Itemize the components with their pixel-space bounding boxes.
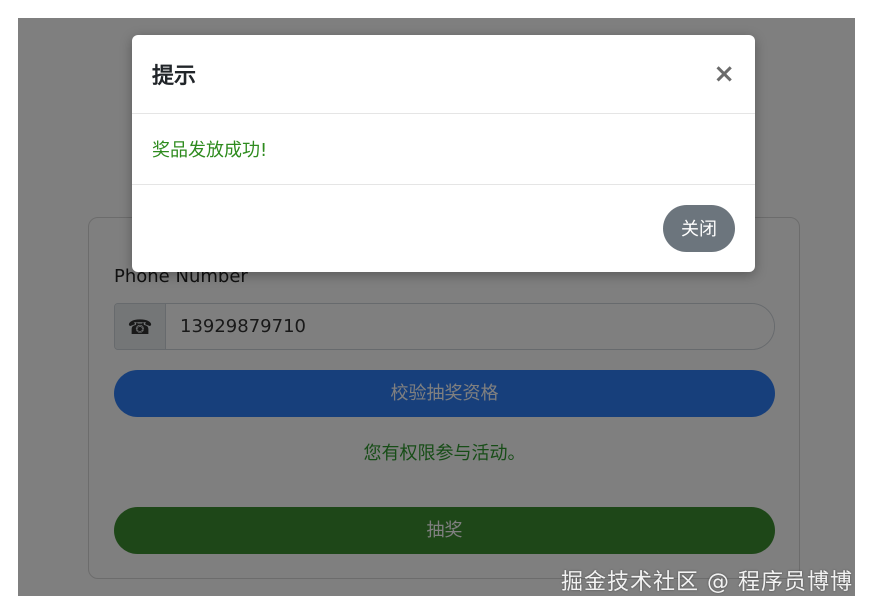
app-screen: Phone Number ☎ 校验抽奖资格 您有权限参与活动。 抽奖 提示 × … [18, 18, 855, 596]
modal-title: 提示 [152, 64, 197, 89]
modal-close-button[interactable]: 关闭 [663, 204, 735, 252]
watermark-text: 掘金技术社区 @ 程序员博博 [561, 570, 853, 595]
prize-success-message: 奖品发放成功! [152, 140, 268, 161]
modal-footer: 关闭 [132, 185, 755, 271]
modal-header: 提示 × [132, 35, 755, 114]
close-icon[interactable]: × [713, 61, 735, 87]
modal-body: 奖品发放成功! [132, 114, 755, 185]
notice-modal: 提示 × 奖品发放成功! 关闭 [132, 35, 755, 272]
